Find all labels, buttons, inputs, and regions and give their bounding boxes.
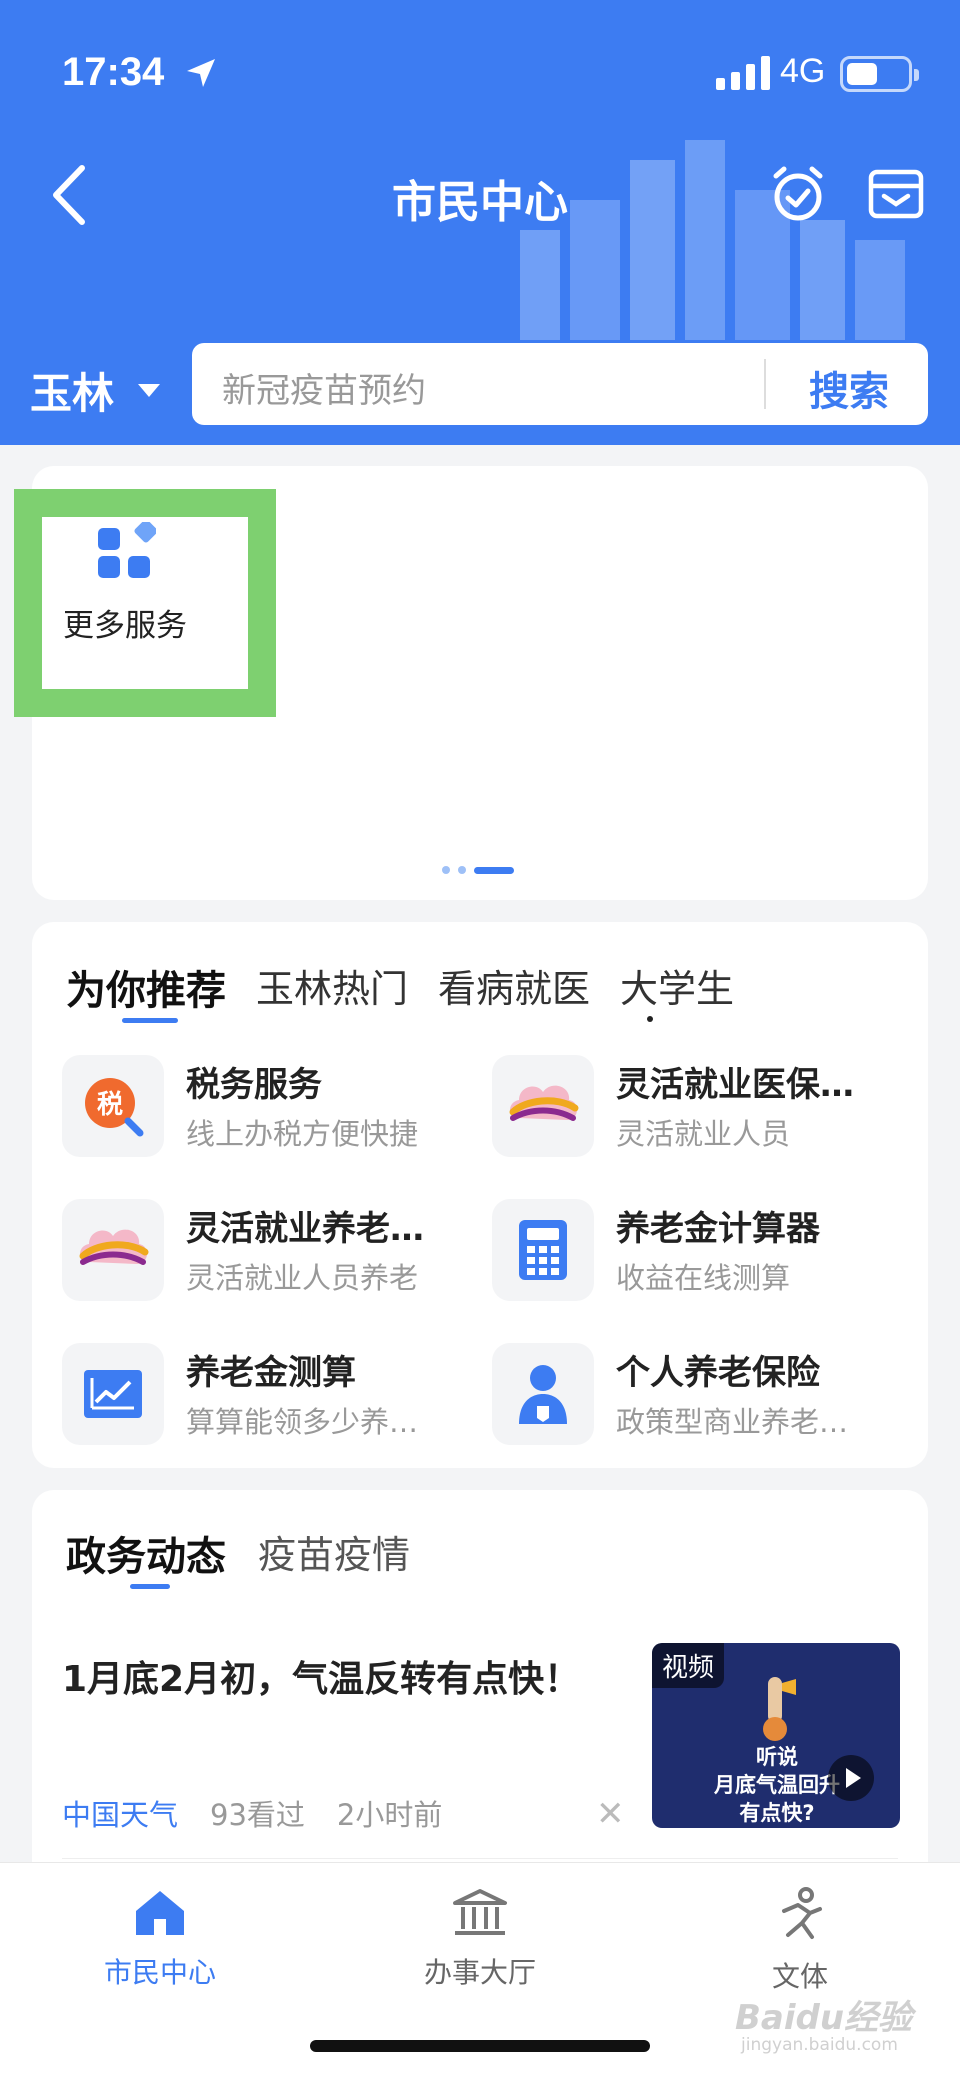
person-shield-icon: [519, 1365, 567, 1424]
news-divider: [62, 1858, 898, 1859]
alarm-clock-icon[interactable]: [768, 164, 828, 224]
network-type: 4G: [780, 52, 826, 90]
service-subtitle: 收益在线测算: [616, 1261, 791, 1295]
watermark-text: Baidu经验: [735, 1998, 913, 2038]
city-skyline-illustration: [520, 140, 905, 340]
thermometer-icon: [763, 1677, 796, 1741]
search-divider: [764, 359, 766, 409]
tabbar-label: 市民中心: [103, 1956, 216, 1989]
more-services-label[interactable]: 更多服务: [30, 600, 220, 645]
dropdown-triangle-icon: [138, 384, 161, 397]
tab-for-you[interactable]: 为你推荐: [66, 958, 226, 1016]
tab-vaccine[interactable]: 疫苗疫情: [258, 1524, 410, 1582]
news-tabs: 政务动态 疫苗疫情: [66, 1524, 442, 1582]
tab-medical[interactable]: 看病就医: [438, 958, 590, 1016]
government-building-icon: [453, 1889, 507, 1935]
service-subtitle: 灵活就业人员养老: [186, 1261, 419, 1295]
tabbar-citizen-center[interactable]: 市民中心: [60, 1887, 260, 1991]
tab-gov-news[interactable]: 政务动态: [66, 1524, 226, 1582]
search-input[interactable]: 新冠疫苗预约: [222, 363, 426, 412]
service-subtitle: 算算能领多少养…: [186, 1405, 419, 1439]
status-time: 17:34: [62, 50, 165, 94]
tabbar-label: 办事大厅: [423, 1956, 536, 1989]
video-caption-text: 听说 月底气温回升 有点快?: [714, 1745, 840, 1825]
active-news-tab-indicator: [130, 1584, 170, 1589]
city-name: 玉林: [30, 369, 115, 418]
baidu-watermark: Baidu经验 jingyan.baidu.com: [735, 1990, 912, 2055]
status-bar: 17:34 4G: [0, 0, 960, 150]
active-tab-indicator: [122, 1018, 178, 1023]
service-item[interactable]: 个人养老保险 政策型商业养老…: [492, 1343, 912, 1453]
service-title: 灵活就业养老…: [186, 1209, 424, 1249]
close-icon[interactable]: ✕: [596, 1794, 625, 1834]
service-title: 养老金测算: [186, 1353, 356, 1393]
app-header: 17:34 4G 市民中心 玉林 新冠疫苗预约 搜索: [0, 0, 960, 445]
tab-new-dot: [647, 1016, 653, 1022]
service-item[interactable]: 灵活就业养老… 灵活就业人员养老: [62, 1199, 482, 1309]
news-title[interactable]: 1月底2月初，气温反转有点快！: [62, 1650, 622, 1702]
carousel-pager: [442, 866, 514, 874]
calculator-icon: [519, 1220, 567, 1280]
search-button[interactable]: 搜索: [774, 359, 924, 417]
cloud-logo-icon: [79, 1229, 149, 1265]
search-bar[interactable]: 新冠疫苗预约 搜索: [192, 343, 928, 425]
video-tag: 视频: [652, 1643, 725, 1688]
tab-yulin-hot[interactable]: 玉林热门: [256, 958, 408, 1016]
service-item[interactable]: 养老金测算 算算能领多少养…: [62, 1343, 482, 1453]
chart-icon: [84, 1370, 142, 1418]
tabbar-service-hall[interactable]: 办事大厅: [380, 1887, 580, 1991]
home-icon: [136, 1891, 184, 1935]
service-title: 税务服务: [186, 1065, 322, 1105]
service-title: 养老金计算器: [616, 1209, 820, 1249]
running-person-icon: [782, 1887, 822, 1939]
battery-icon: [840, 56, 919, 92]
recommend-tabs: 为你推荐 玉林热门 看病就医 大学生: [66, 958, 764, 1016]
tax-icon: 税: [85, 1078, 144, 1137]
service-title: 个人养老保险: [616, 1353, 820, 1393]
tax-icon-text: 税: [97, 1090, 123, 1120]
location-arrow-icon: [187, 59, 215, 87]
service-item[interactable]: 灵活就业医保… 灵活就业人员: [492, 1055, 912, 1165]
news-time: 2小时前: [336, 1798, 443, 1832]
news-video-thumbnail[interactable]: 视频 听说 月底气温回升 有点快?: [652, 1643, 900, 1828]
news-source[interactable]: 中国天气: [62, 1792, 178, 1834]
cloud-logo-icon: [509, 1085, 579, 1121]
grid-apps-icon: [98, 522, 156, 578]
play-icon[interactable]: [828, 1755, 874, 1801]
service-subtitle: 灵活就业人员: [616, 1117, 791, 1151]
news-meta: 中国天气 93看过 2小时前: [62, 1792, 442, 1834]
tabbar-culture-sports[interactable]: 文体: [700, 1887, 900, 1995]
service-item[interactable]: 养老金计算器 收益在线测算: [492, 1199, 912, 1309]
wallet-card-icon[interactable]: [868, 166, 924, 220]
service-subtitle: 线上办税方便快捷: [186, 1117, 419, 1151]
tab-students[interactable]: 大学生: [620, 958, 734, 1016]
news-views: 93看过: [210, 1798, 305, 1832]
home-indicator[interactable]: [310, 2040, 650, 2052]
tabbar-label: 文体: [771, 1960, 828, 1993]
service-item[interactable]: 税 税务服务 线上办税方便快捷: [62, 1055, 482, 1165]
signal-strength-icon: [716, 54, 770, 90]
city-selector[interactable]: 玉林: [30, 360, 161, 421]
service-title: 灵活就业医保…: [616, 1065, 854, 1105]
watermark-sub: jingyan.baidu.com: [741, 2035, 898, 2055]
service-subtitle: 政策型商业养老…: [616, 1405, 849, 1439]
